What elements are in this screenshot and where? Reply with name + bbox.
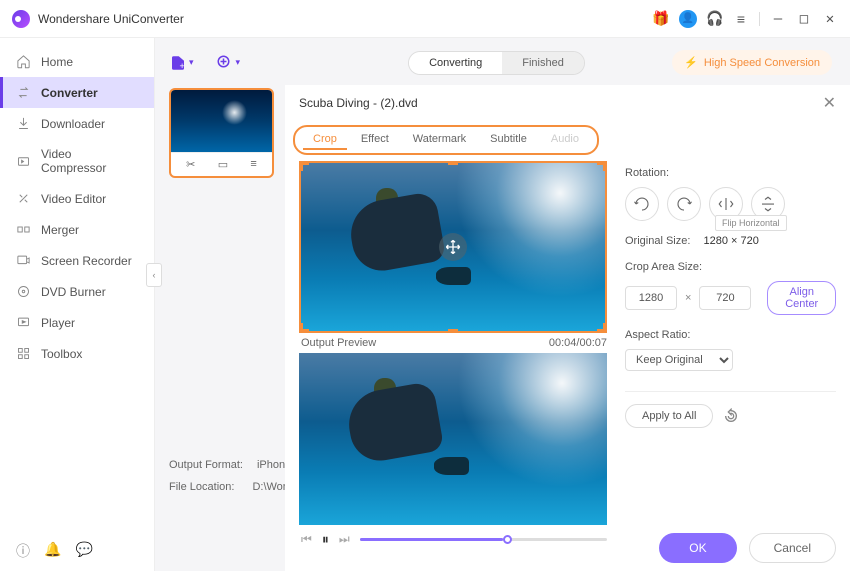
file-card[interactable]: ✂ ▭ ≡ — [169, 88, 274, 178]
convert-icon — [16, 85, 31, 100]
high-speed-badge[interactable]: ⚡High Speed Conversion — [672, 50, 832, 75]
seek-track[interactable] — [360, 538, 607, 541]
sidebar-item-label: DVD Burner — [41, 285, 106, 299]
sidebar-item-label: Home — [41, 55, 73, 69]
sidebar-item-label: Screen Recorder — [41, 254, 132, 268]
maximize-button[interactable]: □ — [796, 11, 812, 27]
divider — [759, 12, 760, 26]
close-editor-button[interactable]: ✕ — [823, 93, 836, 113]
add-file-button[interactable]: +▾ — [169, 54, 194, 72]
svg-text:+: + — [180, 61, 185, 71]
playbar: ⏮ ⏸ ⏭ — [299, 525, 609, 554]
output-preview — [299, 353, 607, 525]
sidebar-item-converter[interactable]: Converter — [0, 77, 154, 108]
sidebar-item-compressor[interactable]: Video Compressor — [0, 139, 154, 183]
move-icon[interactable] — [439, 233, 467, 261]
output-format-label: Output Format: — [169, 459, 243, 471]
tab-crop[interactable]: Crop — [303, 130, 347, 150]
sidebar-item-merger[interactable]: Merger — [0, 214, 154, 245]
tab-audio[interactable]: Audio — [541, 130, 589, 150]
output-preview-label: Output Preview — [301, 337, 376, 349]
sidebar-item-label: Converter — [41, 86, 98, 100]
prev-frame-button[interactable]: ⏮ — [301, 532, 312, 547]
rotate-left-button[interactable] — [625, 187, 659, 221]
merge-icon — [16, 222, 31, 237]
home-icon — [16, 54, 31, 69]
seg-finished[interactable]: Finished — [502, 52, 584, 74]
sidebar-item-label: Merger — [41, 223, 79, 237]
bell-icon[interactable]: 🔔 — [44, 541, 61, 561]
original-size-label: Original Size: — [625, 235, 690, 247]
divider — [625, 391, 836, 392]
recorder-icon — [16, 253, 31, 268]
sidebar: Home Converter Downloader Video Compress… — [0, 38, 155, 571]
download-icon — [16, 116, 31, 131]
compress-icon — [16, 154, 31, 169]
editor-icon — [16, 191, 31, 206]
file-location-label: File Location: — [169, 481, 234, 493]
reset-icon[interactable] — [723, 408, 739, 424]
sidebar-item-downloader[interactable]: Downloader — [0, 108, 154, 139]
next-frame-button[interactable]: ⏭ — [339, 532, 350, 547]
dvd-icon — [16, 284, 31, 299]
align-center-button[interactable]: Align Center — [767, 281, 836, 315]
gift-icon[interactable]: 🎁 — [653, 11, 669, 27]
time-display: 00:04/00:07 — [549, 337, 607, 349]
app-logo — [12, 10, 30, 28]
trim-icon[interactable]: ✂ — [186, 158, 195, 171]
original-size-value: 1280 × 720 — [703, 235, 758, 247]
seg-converting[interactable]: Converting — [409, 52, 502, 74]
crop-editor-panel: Scuba Diving - (2).dvd ✕ Crop Effect Wat… — [285, 85, 850, 571]
sidebar-item-label: Player — [41, 316, 75, 330]
app-title: Wondershare UniConverter — [38, 12, 653, 26]
sidebar-item-label: Downloader — [41, 117, 105, 131]
add-folder-button[interactable]: ▾ — [216, 54, 241, 72]
flip-tooltip: Flip Horizontal — [715, 215, 787, 231]
sidebar-item-home[interactable]: Home — [0, 46, 154, 77]
crop-icon[interactable]: ▭ — [218, 158, 228, 171]
aspect-ratio-label: Aspect Ratio: — [625, 329, 836, 341]
rotation-label: Rotation: — [625, 167, 836, 179]
user-icon[interactable]: 👤 — [679, 10, 697, 28]
minimize-button[interactable]: — — [770, 11, 786, 27]
tab-effect[interactable]: Effect — [351, 130, 399, 150]
sidebar-item-toolbox[interactable]: Toolbox — [0, 338, 154, 369]
crop-area-label: Crop Area Size: — [625, 261, 836, 273]
support-icon[interactable]: 🎧 — [707, 11, 723, 27]
feedback-icon[interactable]: 💬 — [75, 541, 92, 561]
crop-preview[interactable] — [299, 161, 607, 333]
sidebar-item-label: Video Editor — [41, 192, 106, 206]
more-icon[interactable]: ≡ — [250, 158, 256, 171]
cancel-button[interactable]: Cancel — [749, 533, 836, 563]
player-icon — [16, 315, 31, 330]
status-segment: Converting Finished — [408, 51, 585, 75]
multiply-label: × — [685, 292, 691, 304]
titlebar: Wondershare UniConverter 🎁 👤 🎧 ≡ — □ ✕ — [0, 0, 850, 38]
rotate-right-button[interactable] — [667, 187, 701, 221]
tab-watermark[interactable]: Watermark — [403, 130, 476, 150]
editor-tabs: Crop Effect Watermark Subtitle Audio — [293, 125, 599, 155]
sidebar-item-dvd[interactable]: DVD Burner — [0, 276, 154, 307]
tab-subtitle[interactable]: Subtitle — [480, 130, 537, 150]
sidebar-item-label: Video Compressor — [41, 147, 138, 175]
sidebar-item-label: Toolbox — [41, 347, 82, 361]
apply-to-all-button[interactable]: Apply to All — [625, 404, 713, 428]
editor-title: Scuba Diving - (2).dvd — [299, 96, 823, 110]
menu-icon[interactable]: ≡ — [733, 11, 749, 27]
help-icon[interactable]: ⓘ — [16, 541, 30, 561]
aspect-ratio-select[interactable]: Keep Original — [625, 349, 733, 371]
ok-button[interactable]: OK — [659, 533, 736, 563]
lightning-icon: ⚡ — [684, 56, 698, 69]
sidebar-item-editor[interactable]: Video Editor — [0, 183, 154, 214]
pause-button[interactable]: ⏸ — [322, 531, 329, 548]
crop-width-input[interactable] — [625, 286, 677, 310]
video-thumbnail — [171, 90, 272, 152]
toolbox-icon — [16, 346, 31, 361]
sidebar-item-player[interactable]: Player — [0, 307, 154, 338]
sidebar-item-recorder[interactable]: Screen Recorder — [0, 245, 154, 276]
crop-height-input[interactable] — [699, 286, 751, 310]
close-button[interactable]: ✕ — [822, 11, 838, 27]
